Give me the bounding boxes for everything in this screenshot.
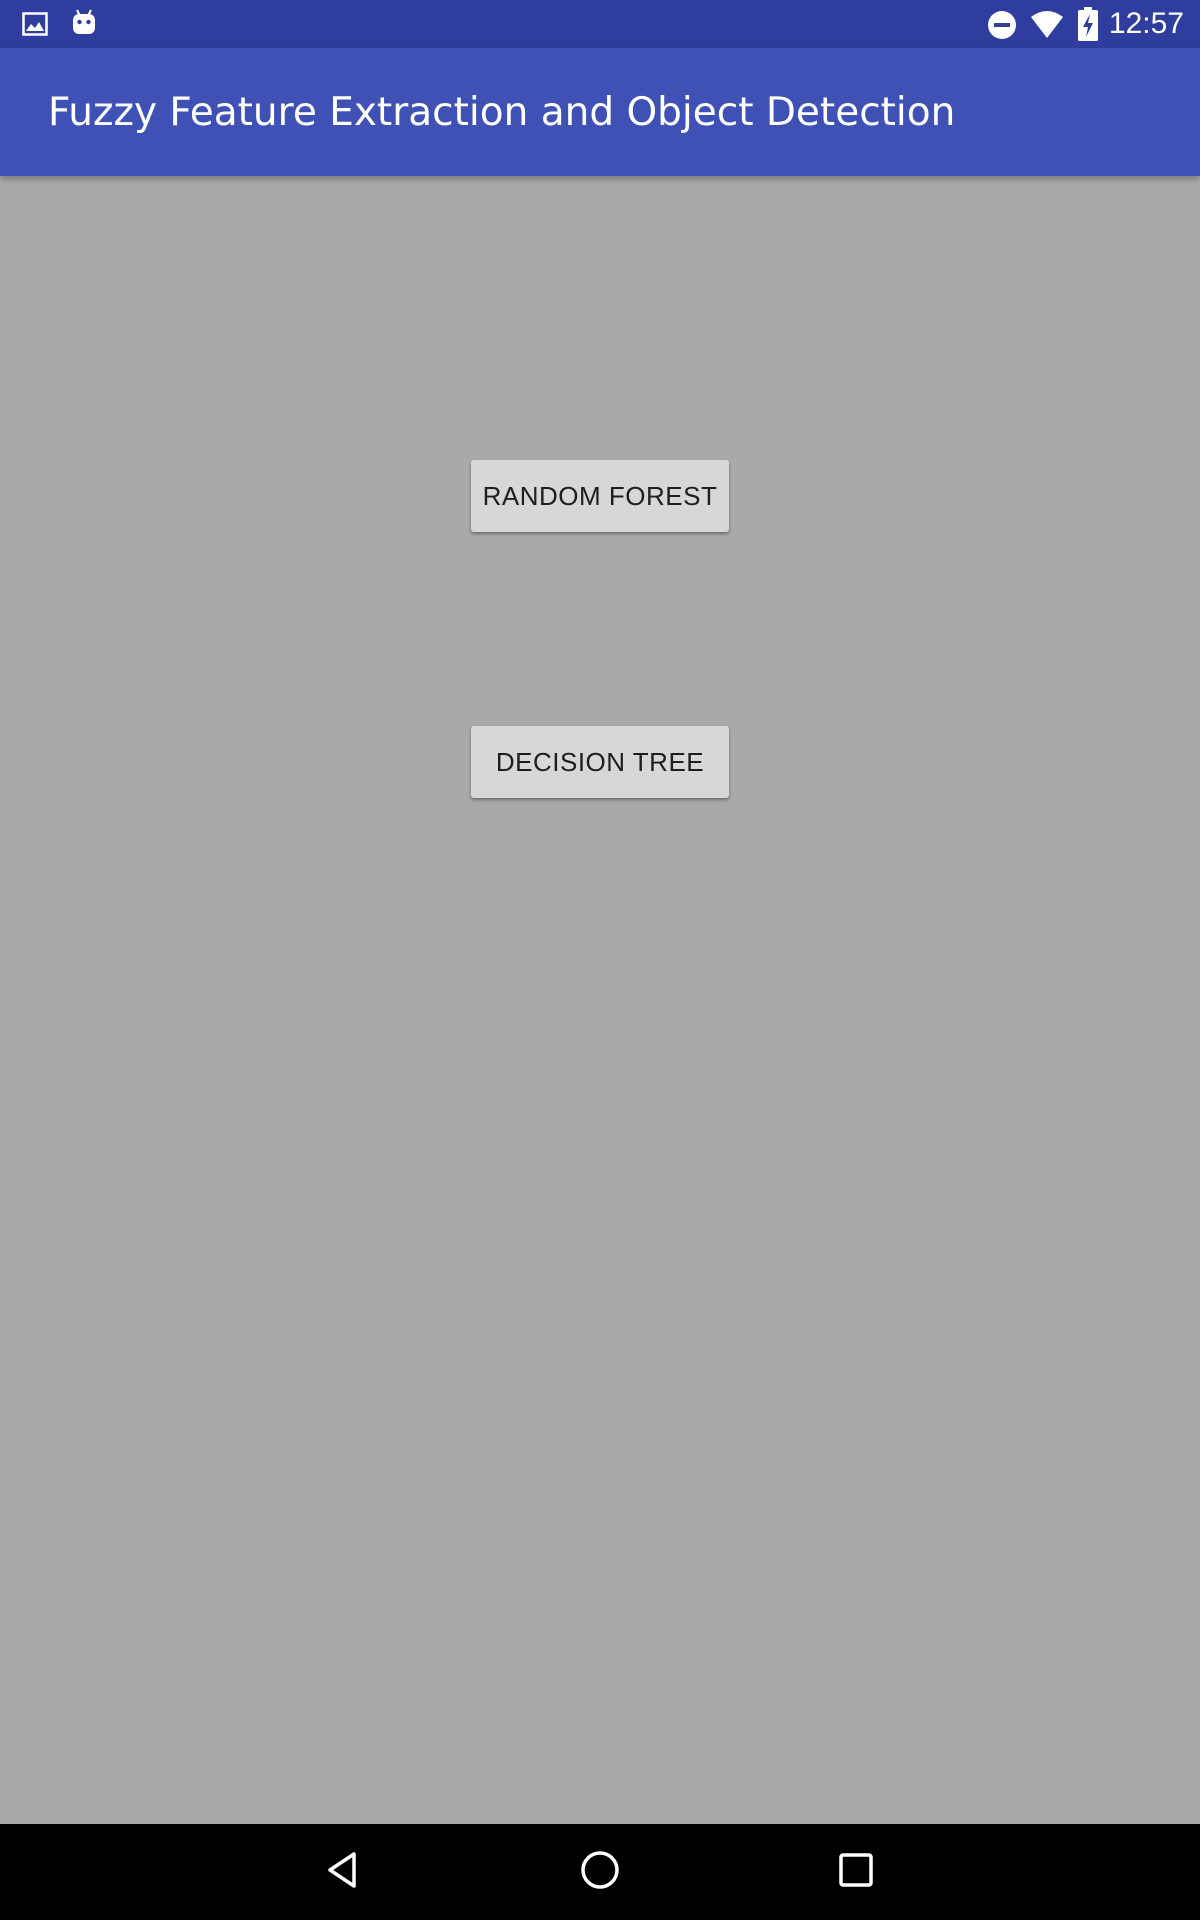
battery-charging-icon bbox=[1078, 7, 1098, 46]
recents-icon bbox=[837, 1851, 875, 1894]
image-icon bbox=[22, 12, 48, 41]
status-time: 12:57 bbox=[1108, 7, 1184, 40]
main-content: RANDOM FOREST DECISION TREE bbox=[0, 176, 1200, 1824]
do-not-disturb-icon bbox=[987, 10, 1017, 45]
back-button[interactable] bbox=[314, 1842, 374, 1902]
home-button[interactable] bbox=[570, 1842, 630, 1902]
android-icon bbox=[70, 8, 98, 41]
app-bar: Fuzzy Feature Extraction and Object Dete… bbox=[0, 48, 1200, 176]
decision-tree-button[interactable]: DECISION TREE bbox=[471, 726, 729, 798]
random-forest-button[interactable]: RANDOM FOREST bbox=[471, 460, 729, 532]
app-title: Fuzzy Feature Extraction and Object Dete… bbox=[48, 90, 956, 135]
status-bar: 12:57 bbox=[0, 0, 1200, 48]
recents-button[interactable] bbox=[826, 1842, 886, 1902]
wifi-icon bbox=[1030, 9, 1064, 44]
navigation-bar bbox=[0, 1824, 1200, 1920]
home-icon bbox=[579, 1849, 621, 1896]
back-icon bbox=[324, 1850, 364, 1895]
